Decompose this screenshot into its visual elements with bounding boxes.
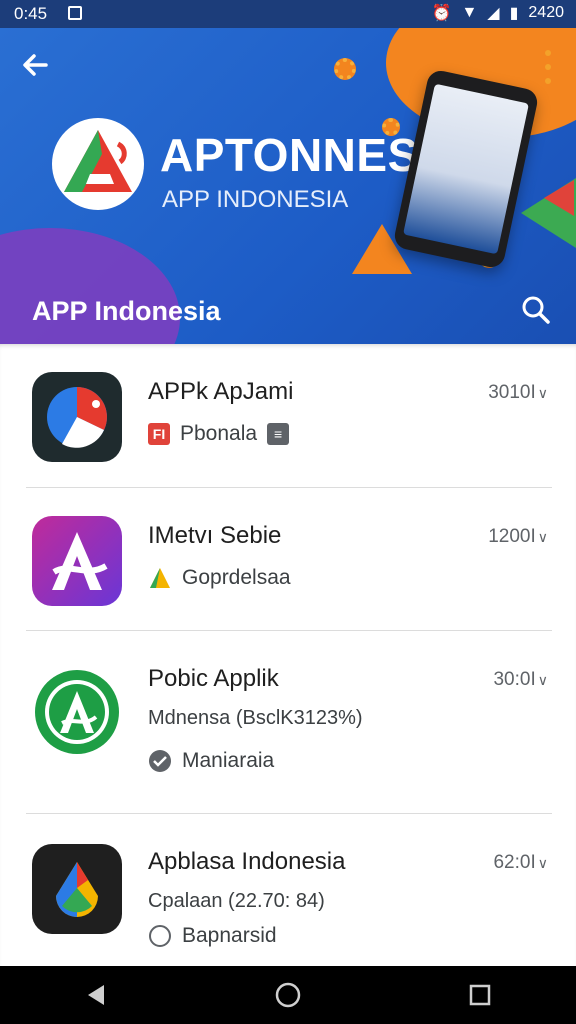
- app-title: IMetvı Sebie: [148, 522, 282, 549]
- app-title: Pobic Applik: [148, 665, 279, 692]
- brand-logo-icon: [64, 130, 132, 192]
- dot-icon: [545, 64, 551, 70]
- app-meta: FI Pbonala ≡: [148, 422, 290, 446]
- status-bar: 0:45 ⏰ ▼ ◢ ▮ 2420: [0, 0, 576, 28]
- drop-app-icon: [32, 844, 122, 934]
- app-title: Apblasa Indonesia: [148, 848, 346, 875]
- search-button[interactable]: [520, 294, 552, 326]
- signal-icon: ◢: [487, 5, 500, 22]
- publisher-badge: FI: [148, 423, 170, 445]
- app-status: Bapnarsid: [148, 924, 277, 948]
- phone-screen: [403, 83, 529, 255]
- nav-back-button[interactable]: [66, 966, 126, 1024]
- back-arrow-icon: [23, 54, 48, 76]
- nav-home-button[interactable]: [258, 966, 318, 1024]
- brand-subtitle: APP INDONESIA: [162, 186, 349, 213]
- alarm-icon: ⏰: [431, 5, 452, 22]
- page-title: APP Indonesia: [32, 296, 221, 326]
- home-circle-icon: [275, 982, 301, 1008]
- hero-header: APTONNESIA APP INDONESIA APP Indonesia: [0, 28, 576, 344]
- app-meta-label: Cpalaan (22.70: 84): [148, 890, 325, 912]
- app-title: APPk ApJami: [148, 378, 294, 405]
- menu-badge-icon: ≡: [267, 423, 290, 445]
- chevron-down-icon: ∨: [537, 672, 548, 688]
- status-time: 0:45: [14, 4, 48, 23]
- status-icons: ⏰ ▼ ◢ ▮ 2420: [432, 3, 564, 23]
- chevron-down-icon: ∨: [537, 529, 548, 545]
- dot-icon: [545, 50, 551, 56]
- chevron-down-icon: ∨: [537, 385, 548, 401]
- search-icon: [522, 296, 550, 324]
- battery-icon: ▮: [509, 5, 519, 22]
- app-meta: Goprdelsaa: [148, 566, 291, 590]
- app-list: APPk ApJami 3010I ∨ FI Pbonala ≡ IMetvı S…: [0, 344, 576, 966]
- list-item[interactable]: APPk ApJami 3010I ∨ FI Pbonala ≡: [0, 344, 576, 488]
- wifi-icon: ▼: [461, 4, 478, 21]
- check-circle-icon: [149, 750, 171, 772]
- list-item[interactable]: Pobic Applik 30:0I ∨ Mdnensa (BsclK3123%)…: [0, 631, 576, 813]
- dot-icon: [545, 78, 551, 84]
- app-size: 1200I ∨: [488, 526, 548, 547]
- brand-logo: [52, 118, 144, 210]
- decor-red-triangle: [544, 180, 574, 216]
- app-status-label: Bapnarsid: [182, 924, 277, 947]
- notification-icon: [68, 6, 82, 20]
- app-size: 3010I ∨: [488, 382, 548, 403]
- gear-icon: [334, 58, 356, 80]
- radio-circle-icon: [149, 925, 171, 947]
- green-a-app-icon: [32, 667, 122, 757]
- nav-recents-button[interactable]: [450, 966, 510, 1024]
- system-nav-bar: [0, 966, 576, 1024]
- overflow-menu-button[interactable]: [538, 50, 558, 84]
- recents-square-icon: [469, 984, 491, 1006]
- letter-a-app-icon: [32, 516, 122, 606]
- compass-app-icon: [32, 372, 122, 462]
- status-clock: 2420: [528, 4, 564, 21]
- app-meta-label: Pbonala: [180, 422, 258, 445]
- list-item[interactable]: IMetvı Sebie 1200I ∨ Goprdelsaa: [0, 488, 576, 630]
- app-size: 62:0I ∨: [493, 852, 548, 873]
- app-status: Maniaraia: [148, 749, 274, 773]
- back-arrow-button[interactable]: [18, 48, 54, 84]
- app-meta-label: Mdnensa (BsclK3123%): [148, 707, 363, 729]
- list-item[interactable]: Apblasa Indonesia 62:0I ∨ Cpalaan (22.70:…: [0, 814, 576, 966]
- app-status-label: Maniaraia: [182, 749, 275, 772]
- back-triangle-icon: [88, 985, 104, 1005]
- triangle-logo-icon: [150, 568, 170, 588]
- chevron-down-icon: ∨: [537, 855, 548, 871]
- app-size: 30:0I ∨: [493, 669, 548, 690]
- app-meta-label: Goprdelsaa: [182, 566, 291, 589]
